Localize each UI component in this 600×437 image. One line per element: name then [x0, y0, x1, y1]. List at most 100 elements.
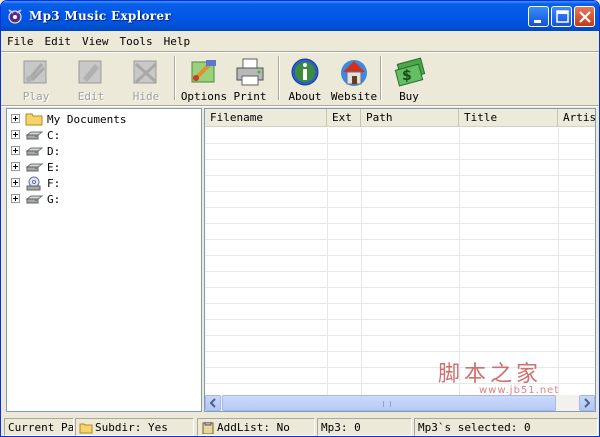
- grid-line: [327, 128, 328, 395]
- scroll-thumb[interactable]: [222, 395, 556, 411]
- play-icon: [23, 60, 47, 84]
- info-icon: [291, 58, 319, 86]
- tree-item-drive-e[interactable]: E:: [7, 159, 201, 175]
- folder-icon: [25, 113, 43, 126]
- edit-button[interactable]: Edit: [65, 54, 117, 104]
- maximize-icon: [556, 10, 569, 23]
- folder-icon: [79, 423, 93, 434]
- expand-icon[interactable]: [11, 194, 20, 203]
- scroll-grip: [383, 401, 391, 407]
- expand-icon[interactable]: [11, 114, 20, 123]
- grid-line: [205, 255, 595, 256]
- tree-item-drive-f[interactable]: F:: [7, 175, 201, 191]
- list-header: Filename Ext Path Title Artis: [205, 109, 595, 127]
- arrow-left-icon: [209, 398, 216, 408]
- app-logo-icon: [8, 9, 22, 24]
- toolbar-divider: [1, 105, 599, 107]
- list-body[interactable]: [205, 128, 595, 395]
- edit-label: Edit: [77, 90, 105, 103]
- grid-line: [361, 128, 362, 395]
- drive-icon: [25, 195, 43, 204]
- maximize-button[interactable]: [551, 6, 572, 27]
- grid-line: [205, 319, 595, 320]
- tree-item-label: G:: [47, 193, 61, 206]
- printer-icon: [236, 58, 264, 86]
- print-button[interactable]: Print: [224, 54, 276, 104]
- column-ext[interactable]: Ext: [327, 109, 361, 127]
- arrow-right-icon: [584, 398, 591, 408]
- tree-item-label: My Documents: [47, 113, 127, 126]
- tree-item-drive-g[interactable]: G:: [7, 191, 201, 207]
- menu-edit[interactable]: Edit: [45, 35, 72, 48]
- minimize-button[interactable]: [528, 6, 549, 27]
- status-subdir-text: Subdir: Yes: [95, 421, 168, 434]
- grid-line: [205, 207, 595, 208]
- status-current-path: Current Pat: [4, 418, 74, 436]
- grid-line: [205, 143, 595, 144]
- grid-line: [205, 335, 595, 336]
- column-path[interactable]: Path: [361, 109, 459, 127]
- play-label: Play: [22, 90, 50, 103]
- about-button[interactable]: About: [279, 54, 331, 104]
- menu-file[interactable]: File: [7, 35, 34, 48]
- folder-tree[interactable]: My Documents C: D: E: F: G:: [6, 108, 202, 412]
- toolbar: Play Edit Hide Options Print About Websi…: [1, 52, 599, 105]
- menu-view[interactable]: View: [82, 35, 109, 48]
- scroll-right-button[interactable]: [579, 395, 595, 411]
- print-label: Print: [233, 90, 267, 103]
- options-label: Options: [180, 90, 228, 103]
- tree-item-my-documents[interactable]: My Documents: [7, 111, 201, 127]
- scroll-left-button[interactable]: [205, 395, 221, 411]
- grid-line: [205, 175, 595, 176]
- options-icon: [191, 60, 216, 83]
- column-title[interactable]: Title: [459, 109, 558, 127]
- play-button[interactable]: Play: [10, 54, 62, 104]
- hide-button[interactable]: Hide: [120, 54, 172, 104]
- hide-icon: [133, 60, 158, 84]
- watermark-text: 脚本之家: [438, 362, 543, 387]
- grid-line: [205, 191, 595, 192]
- toolbar-separator: [174, 56, 176, 100]
- close-button[interactable]: [574, 6, 595, 27]
- app-window: Mp3 Music Explorer File Edit View Tools …: [0, 0, 600, 437]
- expand-icon[interactable]: [11, 178, 20, 187]
- grid-line: [205, 351, 595, 352]
- title-bar[interactable]: Mp3 Music Explorer: [1, 1, 599, 31]
- tree-item-drive-d[interactable]: D:: [7, 143, 201, 159]
- tree-item-drive-c[interactable]: C:: [7, 127, 201, 143]
- grid-line: [205, 223, 595, 224]
- expand-icon[interactable]: [11, 146, 20, 155]
- close-icon: [579, 11, 591, 23]
- options-button[interactable]: Options: [178, 54, 230, 104]
- expand-icon[interactable]: [11, 162, 20, 171]
- grid-line: [459, 128, 460, 395]
- status-selected-count: Mp3`s selected: 0: [414, 418, 598, 436]
- drive-icon: [25, 147, 43, 156]
- cd-drive-icon: [26, 176, 41, 191]
- house-icon: [341, 60, 367, 86]
- status-mp3-count: Mp3: 0: [317, 418, 412, 436]
- buy-button[interactable]: $ Buy: [383, 54, 435, 104]
- tree-item-label: E:: [47, 161, 61, 174]
- tree-item-label: D:: [47, 145, 61, 158]
- menu-bar: File Edit View Tools Help: [1, 31, 599, 51]
- grid-line: [205, 239, 595, 240]
- drive-icon: [25, 131, 43, 140]
- menu-help[interactable]: Help: [164, 35, 191, 48]
- edit-icon: [78, 60, 102, 84]
- tree-item-label: C:: [47, 129, 61, 142]
- column-artist[interactable]: Artis: [558, 109, 595, 127]
- buy-label: Buy: [399, 90, 419, 103]
- money-icon: $: [394, 57, 425, 87]
- grid-line: [205, 287, 595, 288]
- expand-icon[interactable]: [11, 130, 20, 139]
- minimize-icon: [534, 20, 541, 23]
- svg-text:$: $: [402, 68, 412, 84]
- menu-tools[interactable]: Tools: [120, 35, 153, 48]
- status-bar: Current Pat Subdir: Yes AddList: No Mp3:…: [1, 415, 599, 436]
- column-filename[interactable]: Filename: [205, 109, 327, 127]
- grid-line: [205, 159, 595, 160]
- horizontal-scrollbar[interactable]: [205, 395, 595, 411]
- hide-label: Hide: [132, 90, 160, 103]
- website-button[interactable]: Website: [328, 54, 380, 104]
